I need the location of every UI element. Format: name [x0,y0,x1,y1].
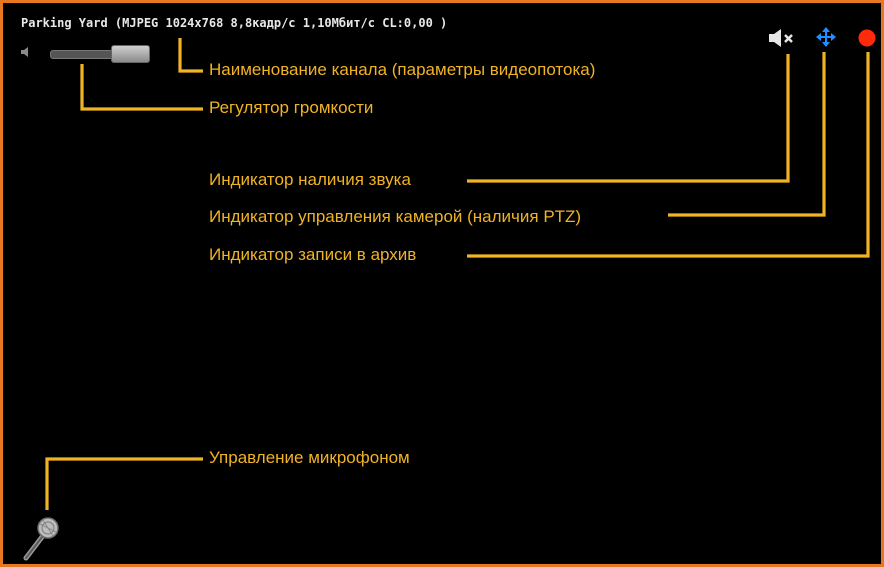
annotation-ptz-indicator: Индикатор управления камерой (наличия PT… [209,207,582,226]
annotation-volume-control: Регулятор громкости [209,98,374,117]
annotation-channel-name: Наименование канала (параметры видеопото… [209,60,596,79]
annotation-record-indicator: Индикатор записи в архив [209,245,417,264]
annotation-microphone-control: Управление микрофоном [209,448,410,467]
annotation-sound-indicator: Индикатор наличия звука [209,170,411,189]
annotation-leaders [45,38,870,510]
